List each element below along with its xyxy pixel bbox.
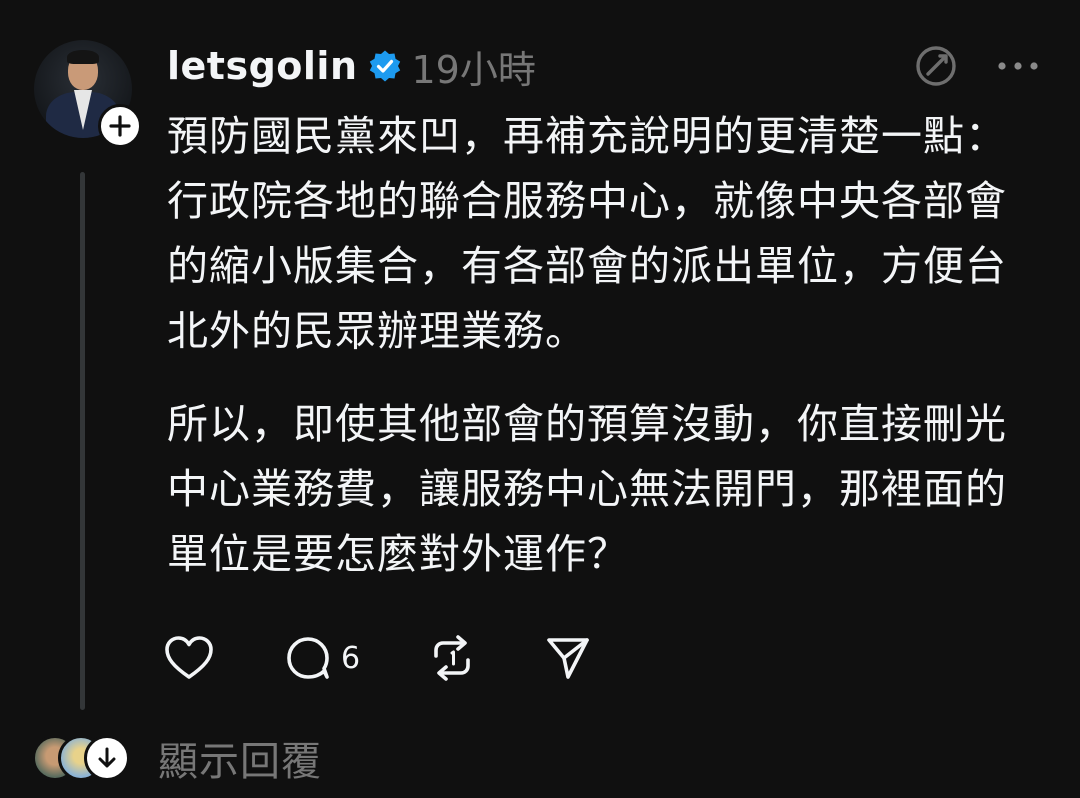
comment-icon xyxy=(287,637,329,679)
plus-icon xyxy=(109,115,131,137)
repost-icon xyxy=(434,635,470,681)
repost-button[interactable] xyxy=(428,634,476,682)
thread-line xyxy=(80,172,85,710)
more-options-icon[interactable] xyxy=(996,60,1040,72)
comment-button[interactable]: 6 xyxy=(283,633,360,683)
follow-button[interactable] xyxy=(98,104,142,148)
post-header: letsgolin 19小時 xyxy=(167,40,536,92)
post-top-actions xyxy=(914,40,1040,92)
show-replies-label[interactable]: 顯示回覆 xyxy=(158,729,322,787)
heart-icon xyxy=(165,636,213,679)
author-username[interactable]: letsgolin xyxy=(167,44,358,88)
translate-icon[interactable] xyxy=(914,44,958,88)
show-replies-row[interactable]: 顯示回覆 xyxy=(32,730,322,786)
comment-count: 6 xyxy=(341,640,361,676)
post-timestamp: 19小時 xyxy=(411,47,536,92)
post-paragraph: 所以，即使其他部會的預算沒動，你直接刪光中心業務費，讓服務中心無法開門，那裡面的… xyxy=(167,400,1007,578)
post-paragraph: 預防國民黨來凹，再補充說明的更清楚一點：行政院各地的聯合服務中心，就像中央各部會… xyxy=(167,112,1007,355)
like-button[interactable] xyxy=(163,634,215,682)
verified-badge-icon xyxy=(369,50,400,82)
post-body: 預防國民黨來凹，再補充說明的更清楚一點：行政院各地的聯合服務中心，就像中央各部會… xyxy=(167,104,1027,587)
expand-replies-button[interactable] xyxy=(84,735,130,781)
send-icon xyxy=(547,638,589,679)
thread-post: letsgolin 19小時 預防國民黨來凹，再補充說明的更清楚一點：行政院各地… xyxy=(0,0,1080,798)
share-button[interactable] xyxy=(544,634,592,682)
arrow-down-icon xyxy=(98,747,116,768)
post-actions: 6 xyxy=(163,630,660,686)
